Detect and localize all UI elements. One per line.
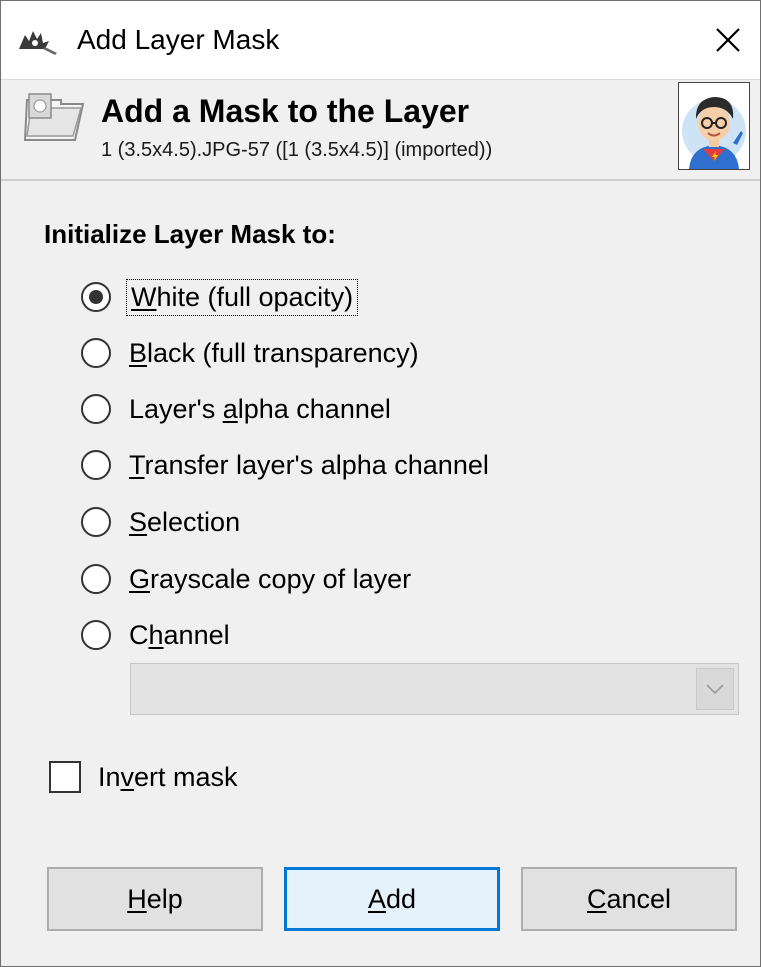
layer-name-subtitle: 1 (3.5x4.5).JPG-57 ([1 (3.5x4.5)] (impor…: [101, 139, 493, 161]
radio-selection[interactable]: Selection: [81, 502, 240, 542]
gimp-wilber-icon: [19, 31, 57, 55]
radio-label: Selection: [129, 506, 241, 537]
user-avatar: [678, 82, 750, 170]
radio-label: White (full opacity): [125, 278, 359, 316]
chevron-down-icon: [706, 684, 724, 695]
radio-button-checked[interactable]: [81, 282, 111, 312]
radio-label: Black (full transparency): [129, 337, 419, 368]
add-layer-mask-dialog: Add Layer Mask Add a Mask to the Layer 1…: [0, 0, 761, 967]
radio-white-full-opacity[interactable]: White (full opacity): [81, 277, 359, 317]
add-button[interactable]: Add: [284, 867, 500, 931]
radio-button[interactable]: [81, 338, 111, 368]
radio-button[interactable]: [81, 507, 111, 537]
channel-select[interactable]: [130, 663, 739, 715]
dialog-header: Add a Mask to the Layer 1 (3.5x4.5).JPG-…: [1, 80, 760, 181]
radio-layers-alpha-channel[interactable]: Layer's alpha channel: [81, 389, 391, 429]
radio-label: Layer's alpha channel: [129, 393, 391, 424]
radio-channel[interactable]: Channel: [81, 615, 230, 655]
invert-mask-label: Invert mask: [98, 761, 238, 792]
cancel-button[interactable]: Cancel: [521, 867, 737, 931]
radio-button[interactable]: [81, 394, 111, 424]
help-button[interactable]: Help: [47, 867, 263, 931]
close-button[interactable]: [704, 15, 752, 65]
layer-mask-icon: [23, 93, 85, 141]
radio-button[interactable]: [81, 564, 111, 594]
radio-grayscale-copy[interactable]: Grayscale copy of layer: [81, 559, 411, 599]
init-mask-label: Initialize Layer Mask to:: [44, 219, 336, 249]
window-title: Add Layer Mask: [77, 24, 280, 55]
radio-transfer-alpha-channel[interactable]: Transfer layer's alpha channel: [81, 445, 489, 485]
title-bar: Add Layer Mask: [1, 1, 760, 80]
radio-label: Channel: [129, 619, 230, 650]
radio-label: Grayscale copy of layer: [129, 563, 412, 594]
radio-button[interactable]: [81, 620, 111, 650]
radio-button[interactable]: [81, 450, 111, 480]
channel-select-dropdown-button[interactable]: [696, 668, 734, 710]
radio-black-full-transparency[interactable]: Black (full transparency): [81, 333, 419, 373]
close-icon: [716, 28, 740, 52]
radio-label: Transfer layer's alpha channel: [129, 449, 489, 480]
header-title: Add a Mask to the Layer: [101, 93, 470, 129]
invert-mask-checkbox[interactable]: [49, 761, 81, 793]
invert-mask-option[interactable]: Invert mask: [49, 757, 238, 797]
